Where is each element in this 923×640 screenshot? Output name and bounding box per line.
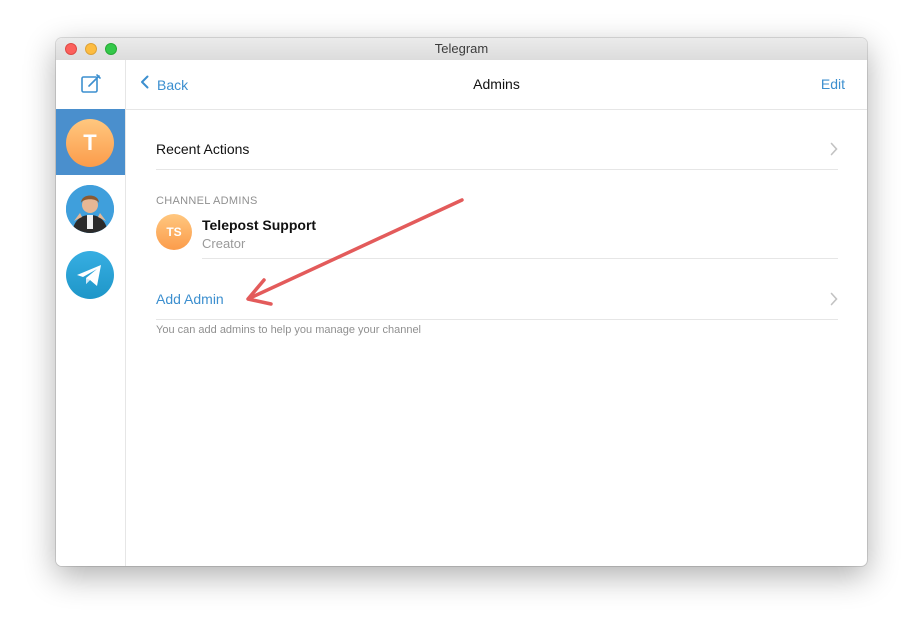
avatar: TS — [156, 214, 192, 250]
compose-icon[interactable] — [80, 73, 102, 95]
close-window-button[interactable] — [65, 43, 77, 55]
avatar: T — [66, 119, 114, 167]
page-header: Back Admins Edit — [126, 60, 867, 110]
chat-item-telegram[interactable] — [56, 241, 125, 307]
maximize-window-button[interactable] — [105, 43, 117, 55]
title-bar[interactable]: Telegram — [56, 38, 867, 61]
minimize-window-button[interactable] — [85, 43, 97, 55]
add-admin-button[interactable]: Add Admin — [156, 279, 224, 319]
telegram-plane-icon — [66, 251, 114, 299]
admin-name: Telepost Support — [202, 217, 317, 233]
chat-sidebar: T — [56, 60, 126, 566]
recent-actions-row[interactable]: Recent Actions — [156, 129, 838, 170]
divider — [202, 258, 838, 259]
add-admin-hint: You can add admins to help you manage yo… — [156, 324, 422, 336]
admin-role: Creator — [202, 236, 246, 251]
chat-item-contact[interactable] — [56, 175, 125, 241]
page-title: Admins — [473, 76, 520, 92]
channel-admins-section-header: CHANNEL ADMINS — [156, 195, 258, 207]
telegram-window: Telegram T Back Admins Edit Recent Actio… — [56, 38, 867, 566]
admin-row[interactable]: TS Telepost Support Creator — [156, 214, 838, 260]
chevron-right-icon — [830, 292, 838, 306]
edit-button[interactable]: Edit — [821, 60, 845, 109]
contact-photo-avatar — [66, 185, 114, 233]
add-admin-row[interactable]: Add Admin — [156, 279, 838, 320]
chevron-right-icon — [830, 142, 838, 156]
window-title: Telegram — [434, 41, 489, 56]
chat-item-telepost[interactable]: T — [56, 109, 125, 175]
recent-actions-label: Recent Actions — [156, 141, 250, 157]
